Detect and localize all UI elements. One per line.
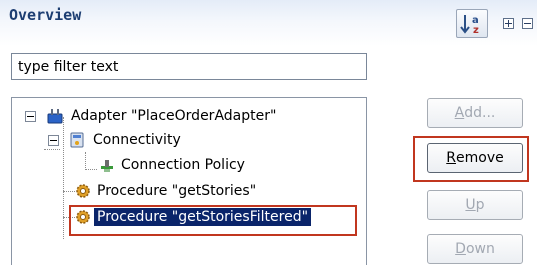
- down-label: own: [465, 241, 495, 257]
- filter-input[interactable]: [11, 53, 367, 80]
- tree-node-adapter[interactable]: Adapter "PlaceOrderAdapter": [68, 105, 279, 127]
- tree-node-label: Procedure "getStories": [97, 183, 257, 199]
- remove-button[interactable]: Remove: [427, 143, 523, 173]
- add-mnemonic: A: [454, 105, 465, 121]
- tree-node-label: Connectivity: [93, 132, 181, 148]
- connection-policy-icon: [101, 160, 113, 172]
- tree-connector-line: [63, 117, 64, 239]
- up-mnemonic: U: [465, 197, 476, 213]
- remove-mnemonic: R: [446, 150, 456, 166]
- highlight-box-procedure: [69, 205, 357, 236]
- tree-node-label: Connection Policy: [121, 157, 245, 173]
- procedure-gear-icon: [76, 184, 90, 198]
- tree-connector-line: [44, 149, 60, 150]
- tree-node-label: Adapter "PlaceOrderAdapter": [71, 108, 277, 124]
- svg-text:z: z: [473, 25, 479, 36]
- down-button[interactable]: Down: [427, 234, 523, 264]
- tree-node-procedure-getstories[interactable]: Procedure "getStories": [94, 180, 259, 202]
- collapse-all-button[interactable]: [516, 11, 537, 35]
- up-label: p: [475, 197, 485, 213]
- expand-all-icon: [502, 17, 514, 29]
- collapse-all-icon: [521, 17, 533, 29]
- collapse-connectivity-toggle[interactable]: [48, 135, 59, 146]
- up-button[interactable]: Up: [427, 190, 523, 220]
- adapter-plug-icon: [47, 109, 63, 124]
- tree-connector-line: [85, 152, 86, 170]
- section-title: Overview: [9, 6, 82, 24]
- sort-alpha-icon: a z: [460, 14, 479, 36]
- add-button[interactable]: Add...: [427, 98, 523, 128]
- tree-node-connectivity[interactable]: Connectivity: [90, 129, 184, 151]
- connectivity-icon: [70, 132, 84, 148]
- sort-alpha-button[interactable]: a z: [456, 9, 488, 38]
- overview-header: Overview a z: [0, 0, 537, 46]
- down-mnemonic: D: [455, 241, 466, 257]
- tree-node-connection-policy[interactable]: Connection Policy: [118, 154, 248, 176]
- outline-tree[interactable]: Adapter "PlaceOrderAdapter" Connectivity…: [11, 97, 367, 265]
- tree-connector-line: [85, 169, 97, 170]
- add-label: dd...: [464, 105, 496, 121]
- collapse-adapter-toggle[interactable]: [25, 111, 36, 122]
- remove-label: emove: [456, 150, 504, 166]
